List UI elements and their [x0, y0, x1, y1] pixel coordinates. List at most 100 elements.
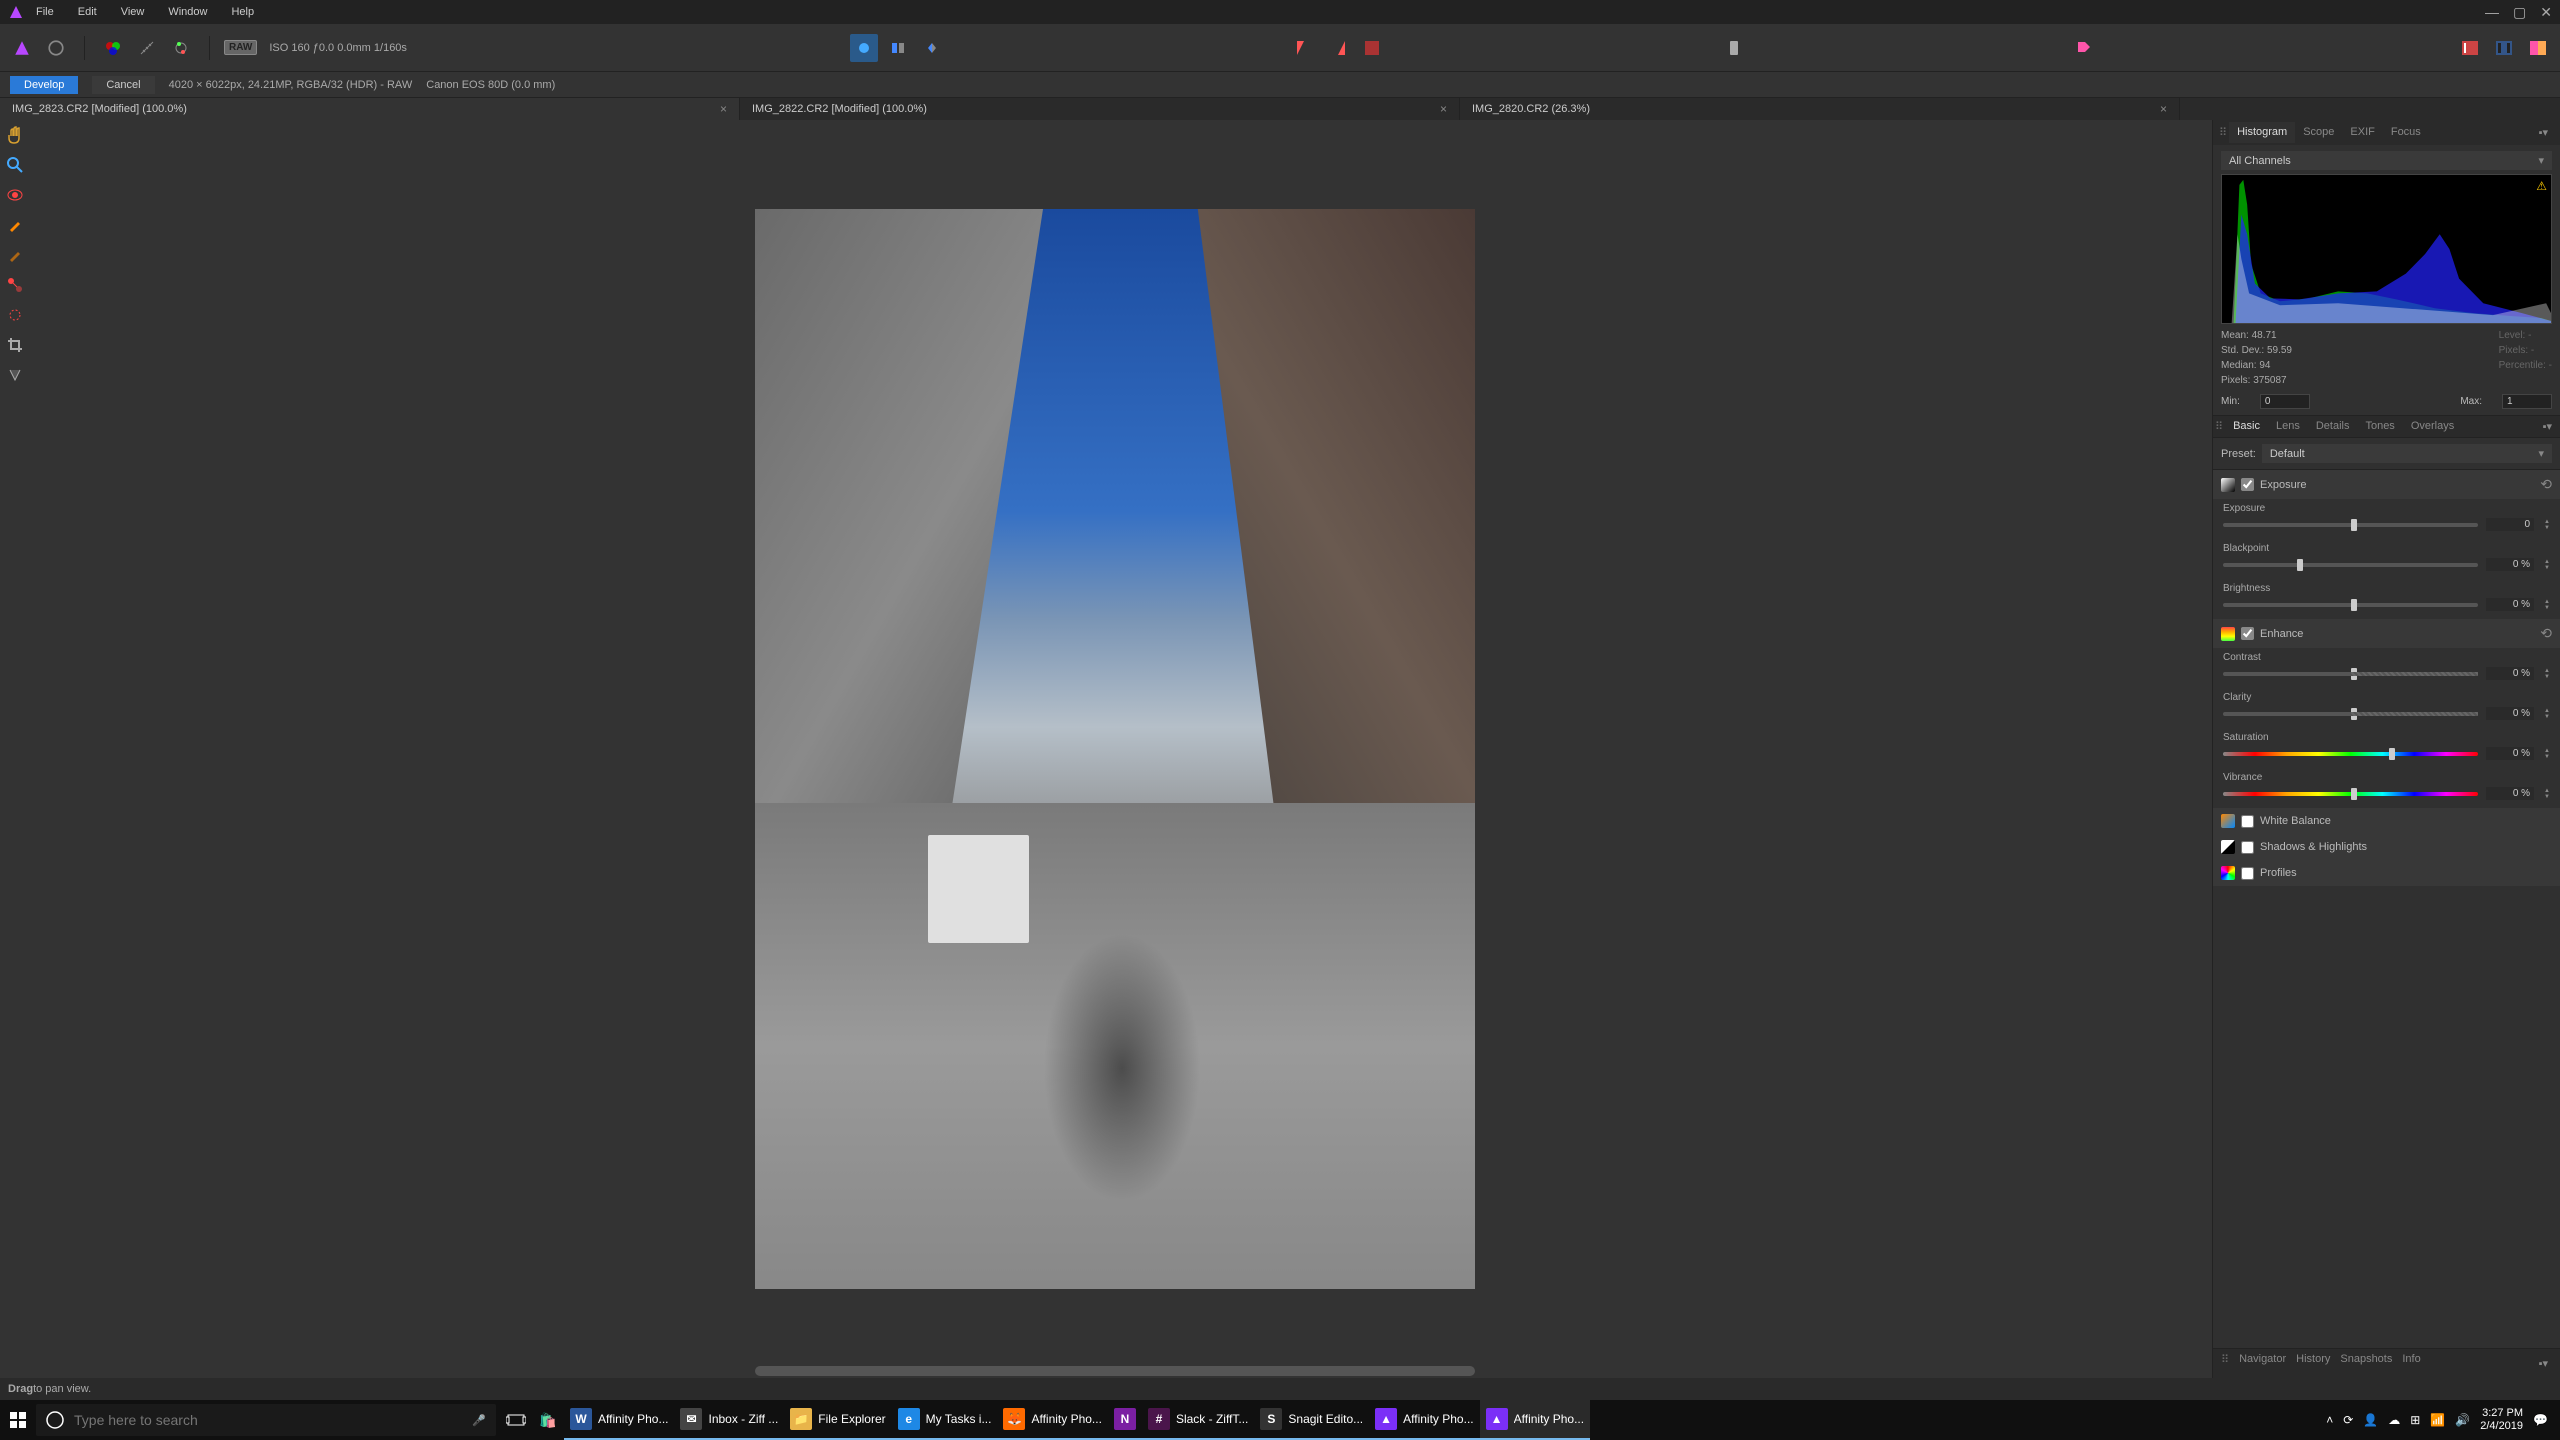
redeye-tool-icon[interactable] — [4, 184, 26, 206]
tab-tones[interactable]: Tones — [2357, 416, 2402, 437]
contrast-value[interactable]: 0 % — [2486, 667, 2534, 680]
doc-tab-2[interactable]: IMG_2822.CR2 [Modified] (100.0%) × — [740, 98, 1460, 120]
sh-toggle[interactable] — [2241, 841, 2254, 854]
exposure-section-header[interactable]: Exposure ⟲ — [2213, 470, 2560, 499]
vibrance-value[interactable]: 0 % — [2486, 787, 2534, 800]
layout1-icon[interactable] — [2456, 34, 2484, 62]
reset-icon[interactable]: ⟲ — [2540, 476, 2552, 493]
grip-icon[interactable]: ⠿ — [2213, 416, 2225, 437]
tab-focus[interactable]: Focus — [2383, 122, 2429, 143]
taskbar-app[interactable]: ✉Inbox - Ziff ... — [674, 1400, 784, 1440]
grip-icon[interactable]: ⠿ — [2221, 1353, 2229, 1374]
taskbar-app[interactable]: 📁File Explorer — [784, 1400, 891, 1440]
spinner-icon[interactable]: ▲▼ — [2544, 559, 2550, 571]
menu-edit[interactable]: Edit — [78, 6, 97, 18]
sh-section-header[interactable]: Shadows & Highlights — [2213, 834, 2560, 860]
split-view-icon[interactable] — [884, 34, 912, 62]
reset-icon[interactable]: ⟲ — [2540, 625, 2552, 642]
layout2-icon[interactable] — [2490, 34, 2518, 62]
overlay-paint-tool-icon[interactable] — [4, 214, 26, 236]
maximize-icon[interactable]: ▢ — [2513, 4, 2526, 21]
tab-history[interactable]: History — [2296, 1353, 2330, 1374]
exposure-toggle[interactable] — [2241, 478, 2254, 491]
tab-exif[interactable]: EXIF — [2342, 122, 2382, 143]
tray-people-icon[interactable]: 👤 — [2363, 1413, 2378, 1427]
menu-help[interactable]: Help — [231, 6, 254, 18]
taskbar-app[interactable]: eMy Tasks i... — [892, 1400, 998, 1440]
tab-snapshots[interactable]: Snapshots — [2340, 1353, 2392, 1374]
blackpoint-slider[interactable] — [2223, 563, 2478, 567]
store-icon[interactable]: 🛍️ — [532, 1400, 564, 1440]
clip-tones-icon[interactable] — [1358, 34, 1386, 62]
wb-section-header[interactable]: White Balance — [2213, 808, 2560, 834]
canvas[interactable] — [30, 120, 2200, 1378]
saturation-slider[interactable] — [2223, 752, 2478, 756]
tool-measure-icon[interactable] — [133, 34, 161, 62]
tray-cloud-icon[interactable]: ☁ — [2388, 1413, 2400, 1427]
tray-volume-icon[interactable]: 🔊 — [2455, 1413, 2470, 1427]
blackpoint-value[interactable]: 0 % — [2486, 558, 2534, 571]
brightness-value[interactable]: 0 % — [2486, 598, 2534, 611]
notification-icon[interactable]: 💬 — [2533, 1413, 2548, 1427]
doc-tab-1[interactable]: IMG_2823.CR2 [Modified] (100.0%) × — [0, 98, 740, 120]
panel-menu-icon[interactable]: ▪▾ — [2535, 1353, 2552, 1374]
orientation-icon[interactable] — [1720, 34, 1748, 62]
min-input[interactable] — [2260, 394, 2310, 409]
clip-highlights-icon[interactable] — [1324, 34, 1352, 62]
doc-tab-3[interactable]: IMG_2820.CR2 (26.3%) × — [1460, 98, 2180, 120]
overlay-erase-tool-icon[interactable] — [4, 244, 26, 266]
wb-tool-icon[interactable] — [4, 364, 26, 386]
spinner-icon[interactable]: ▲▼ — [2544, 668, 2550, 680]
start-button[interactable] — [4, 1400, 32, 1440]
tray-wifi-icon[interactable]: 📶 — [2430, 1413, 2445, 1427]
profiles-section-header[interactable]: Profiles — [2213, 860, 2560, 886]
panel-menu-icon[interactable]: ▪▾ — [2531, 122, 2556, 143]
persona-liquify-icon[interactable] — [42, 34, 70, 62]
clock[interactable]: 3:27 PM 2/4/2019 — [2480, 1407, 2523, 1433]
spinner-icon[interactable]: ▲▼ — [2544, 599, 2550, 611]
clip-shadows-icon[interactable] — [1290, 34, 1318, 62]
taskbar-app[interactable]: WAffinity Pho... — [564, 1400, 674, 1440]
channels-dropdown[interactable]: All Channels — [2221, 151, 2552, 170]
tool-sync-icon[interactable] — [167, 34, 195, 62]
crop-tool-icon[interactable] — [4, 334, 26, 356]
tray-dropbox-icon[interactable]: ⊞ — [2410, 1413, 2420, 1427]
single-view-icon[interactable] — [850, 34, 878, 62]
clarity-slider[interactable] — [2223, 712, 2478, 716]
taskbar-app[interactable]: ▲Affinity Pho... — [1480, 1400, 1590, 1440]
enhance-toggle[interactable] — [2241, 627, 2254, 640]
preset-dropdown[interactable]: Default — [2262, 444, 2552, 463]
max-input[interactable] — [2502, 394, 2552, 409]
taskbar-app[interactable]: 🦊Affinity Pho... — [997, 1400, 1107, 1440]
contrast-slider[interactable] — [2223, 672, 2478, 676]
panel-menu-icon[interactable]: ▪▾ — [2535, 416, 2560, 437]
tab-scope[interactable]: Scope — [2295, 122, 2342, 143]
tab-navigator[interactable]: Navigator — [2239, 1353, 2286, 1374]
spinner-icon[interactable]: ▲▼ — [2544, 788, 2550, 800]
taskbar-app[interactable]: N — [1108, 1400, 1142, 1440]
menu-view[interactable]: View — [121, 6, 145, 18]
tool-rgb-icon[interactable] — [99, 34, 127, 62]
tab-overlays[interactable]: Overlays — [2403, 416, 2462, 437]
close-icon[interactable]: ✕ — [2540, 4, 2552, 21]
task-view-icon[interactable] — [500, 1400, 532, 1440]
overlay-gradient-tool-icon[interactable] — [4, 274, 26, 296]
minimize-icon[interactable]: — — [2485, 4, 2499, 20]
taskbar-app[interactable]: #Slack - ZiffT... — [1142, 1400, 1254, 1440]
vibrance-slider[interactable] — [2223, 792, 2478, 796]
persona-photo-icon[interactable] — [8, 34, 36, 62]
tab-histogram[interactable]: Histogram — [2229, 122, 2295, 143]
tab-close-icon[interactable]: × — [2160, 102, 2167, 116]
spinner-icon[interactable]: ▲▼ — [2544, 519, 2550, 531]
blemish-tool-icon[interactable] — [4, 304, 26, 326]
taskbar-app[interactable]: SSnagit Edito... — [1254, 1400, 1369, 1440]
tab-basic[interactable]: Basic — [2225, 416, 2268, 437]
tab-details[interactable]: Details — [2308, 416, 2358, 437]
horizontal-scrollbar[interactable] — [755, 1366, 1475, 1376]
wb-toggle[interactable] — [2241, 815, 2254, 828]
exposure-value[interactable]: 0 — [2486, 518, 2534, 531]
enhance-section-header[interactable]: Enhance ⟲ — [2213, 619, 2560, 648]
spinner-icon[interactable]: ▲▼ — [2544, 708, 2550, 720]
tab-info[interactable]: Info — [2402, 1353, 2420, 1374]
brightness-slider[interactable] — [2223, 603, 2478, 607]
